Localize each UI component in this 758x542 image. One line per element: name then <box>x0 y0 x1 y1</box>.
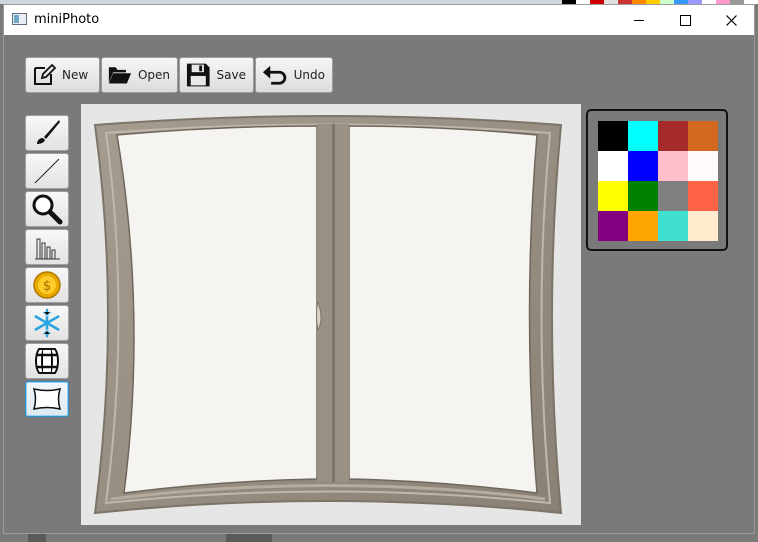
window-title: miniPhoto <box>34 12 100 27</box>
color-swatch[interactable] <box>628 181 658 211</box>
color-swatch[interactable] <box>658 121 688 151</box>
tool-freeze[interactable] <box>25 305 69 341</box>
coin-icon: $ <box>33 271 61 299</box>
background-window-edge <box>28 534 46 542</box>
folder-open-icon <box>108 67 132 84</box>
tool-histogram[interactable] <box>25 229 69 265</box>
color-palette <box>586 109 728 251</box>
magnifier-icon <box>32 194 63 225</box>
color-swatch[interactable] <box>688 181 718 211</box>
open-button[interactable]: Open <box>101 57 178 93</box>
undo-button[interactable]: Undo <box>255 57 333 93</box>
color-swatch[interactable] <box>688 151 718 181</box>
save-button[interactable]: Save <box>179 57 254 93</box>
barrel-icon <box>35 348 59 374</box>
color-swatch[interactable] <box>598 181 628 211</box>
new-button-label: New <box>62 68 89 82</box>
color-swatch[interactable] <box>688 211 718 241</box>
tool-pillow[interactable] <box>25 381 69 417</box>
undo-button-label: Undo <box>293 68 325 82</box>
window-frame-image <box>93 115 563 515</box>
tool-line[interactable] <box>25 153 69 189</box>
floppy-disk-icon <box>186 63 210 87</box>
color-swatch[interactable] <box>658 211 688 241</box>
color-swatch-grid <box>598 121 718 241</box>
color-swatch[interactable] <box>688 121 718 151</box>
toolbar: New Open Save Undo <box>25 57 333 93</box>
color-swatch[interactable] <box>598 211 628 241</box>
color-swatch[interactable] <box>598 151 628 181</box>
snowflake-icon <box>34 308 60 338</box>
app-window: miniPhoto New Open Save Undo $ <box>3 4 755 534</box>
image-canvas[interactable] <box>81 104 581 525</box>
tool-brush[interactable] <box>25 115 69 151</box>
close-button[interactable] <box>708 5 754 35</box>
color-swatch[interactable] <box>658 181 688 211</box>
tool-barrel[interactable] <box>25 343 69 379</box>
paintbrush-icon <box>37 120 60 144</box>
color-swatch[interactable] <box>598 121 628 151</box>
color-swatch[interactable] <box>628 121 658 151</box>
color-swatch[interactable] <box>628 211 658 241</box>
title-bar: miniPhoto <box>4 5 754 35</box>
tool-palette: $ <box>25 115 69 419</box>
new-file-icon <box>34 63 56 85</box>
app-icon <box>12 13 27 25</box>
undo-arrow-icon <box>262 65 287 85</box>
minimize-button[interactable] <box>616 5 662 35</box>
background-window-edge <box>226 534 272 542</box>
close-icon <box>725 14 737 26</box>
open-button-label: Open <box>137 68 170 82</box>
minimize-icon <box>634 19 644 21</box>
new-button[interactable]: New <box>25 57 100 93</box>
bar-chart-icon <box>35 238 60 260</box>
tool-zoom[interactable] <box>25 191 69 227</box>
pillow-distortion-icon <box>32 387 62 411</box>
maximize-icon <box>679 14 691 26</box>
tool-coin[interactable]: $ <box>25 267 69 303</box>
color-swatch[interactable] <box>628 151 658 181</box>
svg-text:$: $ <box>43 279 51 294</box>
maximize-button[interactable] <box>662 5 708 35</box>
save-button-label: Save <box>216 68 246 82</box>
line-icon <box>34 158 60 184</box>
color-swatch[interactable] <box>658 151 688 181</box>
